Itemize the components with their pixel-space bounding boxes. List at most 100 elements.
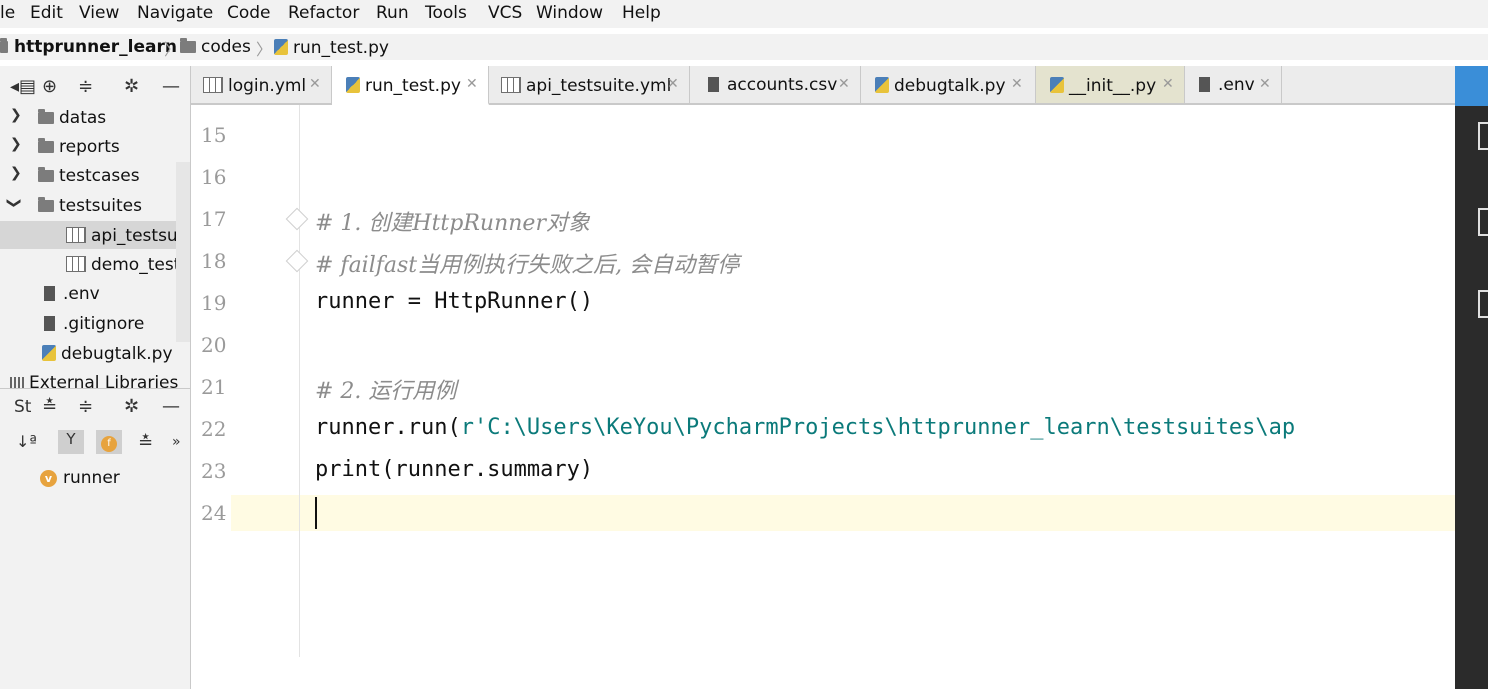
chevron-right-icon: 〉 <box>256 40 273 59</box>
breadcrumb: httprunner_learn 〉 codes 〉 run_test.py <box>0 34 1488 60</box>
tree-item-datas[interactable]: ❯ datas <box>0 104 190 132</box>
menu-navigate[interactable]: Navigate <box>137 3 213 23</box>
yaml-file-icon <box>203 77 223 93</box>
library-icon <box>10 377 24 388</box>
tree-item-testsuites[interactable]: ❯ testsuites <box>0 192 190 220</box>
close-icon[interactable]: ✕ <box>1011 76 1023 92</box>
right-accent-button[interactable] <box>1455 66 1488 106</box>
sort-alpha-icon[interactable]: ↓ª <box>16 432 37 451</box>
tree-item-reports[interactable]: ❯ reports <box>0 133 190 161</box>
tab-env[interactable]: .env ✕ <box>1185 66 1282 103</box>
panel-icon[interactable] <box>1478 290 1488 318</box>
close-icon[interactable]: ✕ <box>838 76 850 92</box>
line-number: 17 <box>201 207 227 231</box>
structure-item-runner[interactable]: v runner <box>0 464 190 492</box>
breadcrumb-project[interactable]: httprunner_learn <box>0 37 177 57</box>
tab-login-yml[interactable]: login.yml ✕ <box>191 66 332 103</box>
menu-tools[interactable]: Tools <box>425 3 467 23</box>
python-file-icon <box>1050 77 1064 93</box>
expand-all-icon[interactable]: ≛ <box>42 396 57 417</box>
close-icon[interactable]: ✕ <box>1259 76 1271 92</box>
close-icon[interactable]: ✕ <box>1162 76 1174 92</box>
hide-icon[interactable]: — <box>162 76 180 97</box>
filter-icon[interactable]: Y <box>58 430 84 454</box>
tree-item-demo-testsuite[interactable]: demo_testsu <box>0 250 190 278</box>
menu-file[interactable]: le <box>0 3 15 23</box>
autoscroll-icon[interactable]: ≛ <box>138 432 153 453</box>
menu-help[interactable]: Help <box>622 3 661 23</box>
close-icon[interactable]: ✕ <box>466 76 478 92</box>
structure-title: St <box>14 397 32 417</box>
current-line-highlight <box>231 495 1455 531</box>
tab-debugtalk-py[interactable]: debugtalk.py ✕ <box>861 66 1036 103</box>
tree-item-external-libraries[interactable]: External Libraries <box>0 368 190 388</box>
python-file-icon <box>42 345 56 361</box>
tab-run-test-py[interactable]: run_test.py ✕ <box>332 66 489 105</box>
text-file-icon <box>1199 77 1210 92</box>
hide-icon[interactable]: — <box>162 396 180 417</box>
folder-icon <box>0 38 8 53</box>
text-file-icon <box>44 286 55 301</box>
editor-tabs: login.yml ✕ run_test.py ✕ api_testsuite.… <box>191 66 1455 105</box>
folder-icon <box>38 109 54 124</box>
chevron-right-icon[interactable]: ❯ <box>10 136 22 152</box>
show-fields-icon[interactable]: f <box>96 430 122 454</box>
fold-marker-icon[interactable] <box>285 207 309 231</box>
python-file-icon <box>875 77 889 93</box>
line-number: 16 <box>201 165 227 189</box>
structure-toolbar: St ≛ ≑ ✲ — <box>0 390 190 424</box>
menu-window[interactable]: Window <box>536 3 603 23</box>
text-caret <box>315 497 317 529</box>
gear-icon[interactable]: ✲ <box>124 76 139 97</box>
line-number: 15 <box>201 123 227 147</box>
tab-accounts-csv[interactable]: accounts.csv ✕ <box>690 66 861 103</box>
close-icon[interactable]: ✕ <box>309 76 321 92</box>
code-line-19: runner = HttpRunner() <box>315 289 594 314</box>
chevron-down-icon[interactable]: ❯ <box>6 197 22 209</box>
divider <box>0 388 190 389</box>
tree-item-api-testsuite[interactable]: api_testsuite <box>0 221 190 249</box>
tree-item-debugtalk[interactable]: debugtalk.py <box>0 339 190 367</box>
gear-icon[interactable]: ✲ <box>124 396 139 417</box>
yaml-file-icon <box>66 256 86 272</box>
tree-item-testcases[interactable]: ❯ testcases <box>0 162 190 190</box>
breadcrumb-file[interactable]: run_test.py <box>274 37 389 58</box>
panel-icon[interactable] <box>1478 208 1488 236</box>
menu-code[interactable]: Code <box>227 3 271 23</box>
text-file-icon <box>44 316 55 331</box>
scrollbar[interactable] <box>176 162 190 342</box>
menu-edit[interactable]: Edit <box>30 3 63 23</box>
line-number: 23 <box>201 459 227 483</box>
code-editor[interactable]: 15 16 17 18 19 20 21 22 23 24 # 1. 创建Htt… <box>191 105 1455 689</box>
menu-refactor[interactable]: Refactor <box>288 3 359 23</box>
project-view-icon[interactable]: ◂▤ <box>10 76 36 97</box>
code-line-22: runner.run(r'C:\Users\KeYou\PycharmProje… <box>315 415 1296 440</box>
tab-init-py[interactable]: __init__.py ✕ <box>1036 66 1185 103</box>
tab-api-testsuite-yml[interactable]: api_testsuite.yml ✕ <box>489 66 690 103</box>
collapse-all-icon[interactable]: ≑ <box>78 76 93 97</box>
menu-view[interactable]: View <box>79 3 119 23</box>
structure-filter-toolbar: ↓ª Y f ≛ » <box>0 426 190 460</box>
code-line-18: # failfast当用例执行失败之后, 会自动暂停 <box>315 253 740 278</box>
line-number: 18 <box>201 249 227 273</box>
folder-icon <box>38 138 54 153</box>
fold-marker-icon[interactable] <box>285 249 309 273</box>
collapse-all-icon[interactable]: ≑ <box>78 396 93 417</box>
more-icon[interactable]: » <box>172 434 181 450</box>
locate-icon[interactable]: ⊕ <box>42 76 57 97</box>
breadcrumb-folder[interactable]: codes <box>180 37 251 57</box>
tree-item-env[interactable]: .env <box>0 280 190 308</box>
chevron-right-icon[interactable]: ❯ <box>10 107 22 123</box>
tree-item-gitignore[interactable]: .gitignore <box>0 310 190 338</box>
close-icon[interactable]: ✕ <box>667 76 679 92</box>
menu-vcs[interactable]: VCS <box>488 3 522 23</box>
panel-icon[interactable] <box>1478 122 1488 150</box>
python-file-icon <box>346 77 360 93</box>
line-number: 21 <box>201 375 227 399</box>
folder-icon <box>180 38 196 53</box>
project-tool-window: ◂▤ ⊕ ≑ ✲ — ❯ datas ❯ reports ❯ testcases… <box>0 66 191 689</box>
menu-run[interactable]: Run <box>376 3 409 23</box>
folder-icon <box>38 197 54 212</box>
string-literal: r'C:\Users\KeYou\PycharmProjects\httprun… <box>460 415 1296 440</box>
chevron-right-icon[interactable]: ❯ <box>10 165 22 181</box>
